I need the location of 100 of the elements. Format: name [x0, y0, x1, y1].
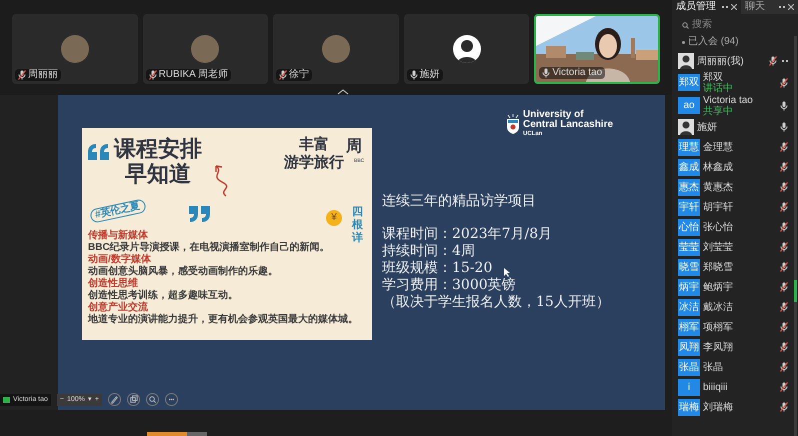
- member-name: 金理慧: [703, 142, 734, 152]
- mic-icon[interactable]: [780, 362, 788, 372]
- member-name: 胡宇轩: [703, 202, 734, 212]
- avatar: [452, 35, 481, 63]
- section-heading: 创意产业交流: [88, 302, 148, 314]
- avatar: [322, 35, 350, 63]
- avatar: 冰洁: [678, 298, 700, 316]
- bullet-icon: [682, 40, 685, 44]
- slide-heading: 连续三年的精品访学项目: [382, 192, 536, 210]
- hashtag-label: #英伦之夏: [89, 198, 146, 224]
- close-icon[interactable]: [788, 4, 794, 10]
- avatar: 炳宇: [678, 278, 700, 296]
- member-row[interactable]: 莹莹 刘莹莹: [672, 237, 792, 257]
- group-label[interactable]: 已入会 (94): [688, 36, 739, 48]
- section-heading: 动画/数字媒体: [88, 254, 151, 265]
- panel-tab[interactable]: 聊天: [741, 0, 798, 14]
- mic-icon[interactable]: [780, 262, 788, 272]
- mic-icon[interactable]: [780, 122, 788, 132]
- quote-icon: [188, 206, 210, 222]
- pen-icon[interactable]: [108, 393, 121, 406]
- avatar: 张晶: [678, 358, 700, 376]
- member-row[interactable]: 凤翔 李凤翔: [672, 337, 792, 357]
- section-text: 创造性思考训练，超多趣味互动。: [88, 290, 238, 301]
- member-name: 林鑫成: [703, 162, 734, 172]
- slide-text: 课程时间：2023年7月/8月: [382, 226, 552, 243]
- mic-icon[interactable]: [780, 100, 788, 110]
- member-row[interactable]: 瑞梅 刘瑞梅: [672, 397, 792, 417]
- mic-icon[interactable]: [780, 202, 788, 212]
- avatar: 鑫成: [678, 158, 700, 176]
- poster-subtitle: 周: [346, 138, 362, 156]
- slide-text: 班级规模：15-20: [382, 260, 492, 277]
- mic-icon[interactable]: [780, 342, 788, 352]
- member-status: 讲话中: [703, 82, 734, 94]
- avatar: 惠杰: [678, 178, 700, 196]
- member-row[interactable]: i biiiqiii: [672, 377, 792, 397]
- section-heading: 创造性思维: [88, 278, 138, 290]
- mic-icon[interactable]: [780, 182, 788, 192]
- mic-icon[interactable]: [780, 382, 788, 392]
- avatar: 理慧: [678, 138, 700, 156]
- video-tile[interactable]: 徐宁: [273, 14, 399, 84]
- close-icon[interactable]: [731, 4, 737, 10]
- section-text: 地道专业的演讲能力提升，更有机会参观英国最大的媒体城。: [88, 314, 358, 326]
- member-row[interactable]: 施妍: [672, 117, 792, 137]
- search-field[interactable]: 搜索: [692, 19, 772, 31]
- section-heading: 传播与新媒体: [88, 230, 148, 242]
- member-row[interactable]: 栩军 项栩军: [672, 317, 792, 337]
- mic-icon[interactable]: [780, 242, 788, 252]
- member-name: 郑晓雪: [703, 262, 734, 272]
- mic-icon[interactable]: [780, 222, 788, 232]
- video-tile[interactable]: Victoria tao: [534, 14, 660, 84]
- poster-title: 课程安排: [114, 136, 202, 161]
- poster-text: 四: [352, 206, 363, 218]
- collapse-icon[interactable]: [337, 89, 349, 95]
- copy-icon[interactable]: [126, 393, 140, 406]
- mic-icon[interactable]: [780, 78, 788, 88]
- section-text: BBC纪录片导演授课，在电视演播室制作自己的新闻。: [88, 242, 330, 253]
- poster-text: 详: [352, 232, 363, 245]
- avatar: [678, 53, 694, 69]
- member-status: 共享中: [703, 106, 734, 116]
- member-row[interactable]: 炳宇 鲍炳宇: [672, 277, 792, 297]
- slide-text: 持续时间：4周: [382, 243, 475, 260]
- member-row[interactable]: 心怡 张心怡: [672, 217, 792, 237]
- cursor-icon: [504, 268, 510, 277]
- avatar: 郑双: [678, 74, 700, 91]
- avatar: [60, 35, 89, 63]
- video-tile[interactable]: RUBIKA 周老师: [142, 14, 268, 84]
- member-name: 施妍: [697, 122, 718, 132]
- member-row[interactable]: 理慧 金理慧: [672, 137, 792, 157]
- tile-name: 周丽丽: [28, 69, 58, 81]
- mic-icon[interactable]: [769, 56, 777, 66]
- member-name: 刘莹莹: [703, 242, 734, 252]
- mic-icon[interactable]: [780, 162, 788, 172]
- mic-icon[interactable]: [780, 322, 788, 332]
- poster-subtitle: 游学旅行: [284, 154, 344, 172]
- avatar: 栩军: [678, 318, 700, 336]
- mic-icon[interactable]: [780, 142, 788, 152]
- section-text: 动画创意头脑风暴，感受动画制作的乐趣。: [88, 266, 278, 277]
- member-row[interactable]: 惠杰 黄惠杰: [672, 177, 792, 197]
- mic-icon[interactable]: [780, 302, 788, 312]
- member-row[interactable]: 鑫成 林鑫成: [672, 157, 792, 177]
- member-name: 项栩军: [703, 322, 734, 332]
- member-name: 黄惠杰: [703, 182, 734, 192]
- mic-icon[interactable]: [780, 282, 788, 292]
- member-name: 李凤翔: [703, 342, 734, 352]
- member-row[interactable]: 周丽丽(我): [672, 51, 792, 71]
- tile-name: Victoria tao: [552, 67, 602, 79]
- logo-text: University of: [523, 110, 584, 120]
- search-icon[interactable]: [146, 393, 159, 406]
- avatar: ao: [678, 97, 700, 114]
- member-row[interactable]: 宇轩 胡宇轩: [672, 197, 792, 217]
- scrollbar-thumb[interactable]: [794, 280, 797, 302]
- member-row[interactable]: 晓雪 郑晓雪: [672, 257, 792, 277]
- video-tile[interactable]: 周丽丽: [12, 14, 138, 84]
- logo-text: Central Lancashire: [523, 120, 614, 130]
- tab-label: 聊天: [745, 1, 765, 13]
- video-tile[interactable]: 施妍: [404, 14, 530, 84]
- member-row[interactable]: 张晶 张晶: [672, 357, 792, 377]
- avatar: 心怡: [678, 218, 700, 236]
- mic-icon[interactable]: [780, 402, 788, 412]
- member-row[interactable]: 冰洁 戴冰洁: [672, 297, 792, 317]
